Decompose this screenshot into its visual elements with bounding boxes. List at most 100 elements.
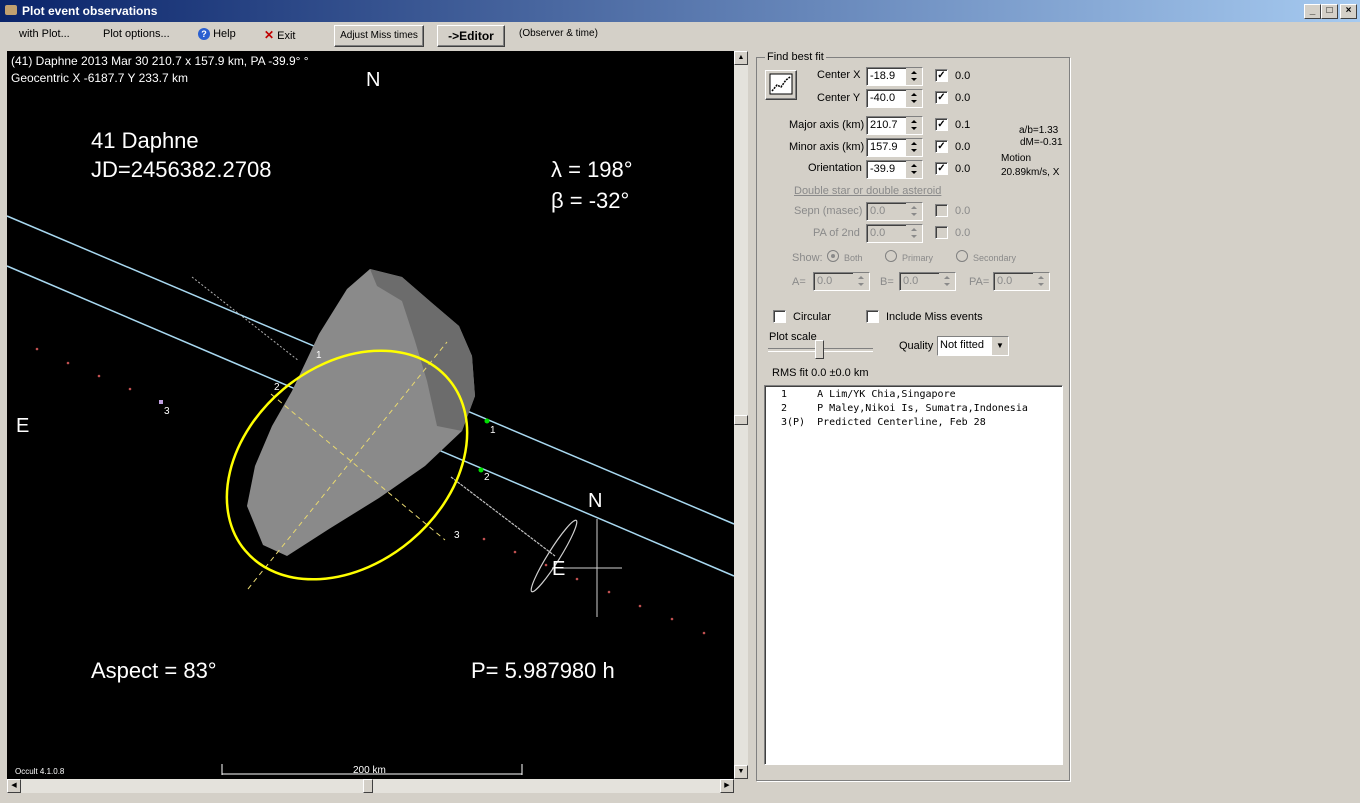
separation-label: Sepn (masec)	[794, 205, 863, 217]
rms-fit: RMS fit 0.0 ±0.0 km	[772, 367, 869, 379]
separation-spin[interactable]	[906, 203, 922, 220]
major-axis-input[interactable]: 210.7	[866, 116, 923, 135]
menu-plot-options[interactable]: Plot options...	[103, 28, 170, 40]
scroll-right-button[interactable]: ▶	[720, 779, 734, 793]
adjust-miss-times-button[interactable]: Adjust Miss times	[334, 25, 424, 47]
circular-label: Circular	[793, 311, 831, 323]
plot-header-line1: (41) Daphne 2013 Mar 30 210.7 x 157.9 km…	[11, 54, 309, 68]
include-miss-checkbox[interactable]	[866, 310, 879, 323]
chord-label-1-top: 1	[316, 350, 322, 361]
plot-svg: (41) Daphne 2013 Mar 30 210.7 x 157.9 km…	[7, 54, 734, 776]
a-label: A=	[792, 276, 806, 288]
chord-label-1-right: 1	[490, 425, 496, 436]
center-y-checkbox[interactable]: ✓	[935, 91, 948, 104]
chevron-down-icon[interactable]: ▼	[992, 337, 1008, 355]
east-label-left: E	[16, 415, 29, 437]
list-item[interactable]: 1 A Lim/YK Chia,Singapore	[781, 389, 956, 400]
b-label: B=	[880, 276, 894, 288]
include-miss-label: Include Miss events	[886, 311, 983, 323]
separation-input[interactable]: 0.0	[866, 202, 923, 221]
menu-help[interactable]: ? Help	[198, 28, 236, 41]
exit-icon: ✕	[264, 28, 275, 42]
maximize-button[interactable]: □	[1321, 4, 1338, 19]
double-star-title: Double star or double asteroid	[794, 185, 942, 197]
version-label: Occult 4.1.0.8	[15, 767, 65, 776]
scroll-down-button[interactable]: ▼	[734, 765, 748, 779]
period-value: P= 5.987980 h	[471, 658, 615, 683]
quality-label: Quality	[899, 340, 934, 352]
quality-select[interactable]: Not fitted ▼	[937, 336, 1009, 356]
list-item[interactable]: 2 P Maley,Nikoi Is, Sumatra,Indonesia	[781, 403, 1028, 414]
chord-label-2-right: 2	[484, 472, 490, 483]
a-spin[interactable]	[853, 273, 869, 290]
circular-checkbox[interactable]	[773, 310, 786, 323]
fit-panel: Find best fit Center X -18.9 ✓ 0.0 Cente…	[756, 51, 1070, 781]
pa-2nd-spin[interactable]	[906, 225, 922, 242]
julian-date: JD=2456382.2708	[91, 157, 271, 182]
menu-exit[interactable]: ✕ Exit	[264, 28, 295, 42]
help-icon: ?	[198, 28, 210, 41]
fit-chart-button[interactable]	[765, 70, 797, 100]
center-y-spin[interactable]	[906, 90, 922, 107]
editor-button[interactable]: ->Editor	[437, 25, 505, 47]
scroll-thumb-vertical[interactable]	[734, 415, 748, 425]
minimize-button[interactable]: _	[1304, 4, 1321, 19]
minor-axis-spin[interactable]	[906, 139, 922, 156]
inset-north-label: N	[588, 490, 602, 512]
pa-2nd-checkbox[interactable]	[935, 226, 948, 239]
menu-with-plot[interactable]: with Plot...	[19, 28, 70, 40]
motion-label: Motion	[1001, 153, 1032, 164]
center-x-input[interactable]: -18.9	[866, 67, 923, 86]
show-secondary-radio[interactable]	[956, 250, 968, 262]
b-input[interactable]: 0.0	[899, 272, 956, 291]
plot-canvas[interactable]: (41) Daphne 2013 Mar 30 210.7 x 157.9 km…	[7, 51, 734, 779]
center-x-spin[interactable]	[906, 68, 922, 85]
axis-ratio: a/b=1.33	[1019, 125, 1059, 136]
list-item[interactable]: 3(P) Predicted Centerline, Feb 28	[781, 417, 986, 428]
motion-value: 20.89km/s, X	[1001, 167, 1060, 178]
major-axis-checkbox[interactable]: ✓	[935, 118, 948, 131]
plot-horizontal-scrollbar[interactable]: ◀ ▶	[7, 779, 734, 793]
chord-label-3-right: 3	[454, 530, 460, 541]
menu-observer-time[interactable]: (Observer & time)	[519, 28, 598, 39]
exit-label: Exit	[277, 30, 296, 42]
observer-chord-1	[191, 276, 300, 362]
scroll-thumb-horizontal[interactable]	[363, 779, 373, 793]
minor-axis-error: 0.0	[955, 141, 971, 153]
center-y-error: 0.0	[955, 92, 971, 104]
a-input[interactable]: 0.0	[813, 272, 870, 291]
plot-vertical-scrollbar[interactable]: ▲ ▼	[734, 51, 748, 779]
observer-list[interactable]: 1 A Lim/YK Chia,Singapore 2 P Maley,Niko…	[764, 385, 1063, 765]
orientation-spin[interactable]	[906, 161, 922, 178]
orientation-input[interactable]: -39.9	[866, 160, 923, 179]
minor-axis-input[interactable]: 157.9	[866, 138, 923, 157]
major-axis-error: 0.1	[955, 119, 971, 131]
pa-spin[interactable]	[1033, 273, 1049, 290]
plot-scale-slider[interactable]	[768, 340, 873, 359]
scroll-left-button[interactable]: ◀	[7, 779, 21, 793]
separation-checkbox[interactable]	[935, 204, 948, 217]
minor-axis-label: Minor axis (km)	[789, 141, 865, 153]
center-y-input[interactable]: -40.0	[866, 89, 923, 108]
orientation-checkbox[interactable]: ✓	[935, 162, 948, 175]
show-both-radio[interactable]	[827, 250, 839, 262]
b-spin[interactable]	[939, 273, 955, 290]
event-marker-1	[484, 418, 490, 424]
show-primary-radio[interactable]	[885, 250, 897, 262]
center-y-label: Center Y	[817, 92, 861, 104]
aspect-value: Aspect = 83°	[91, 658, 217, 683]
chord-label-2-left: 2	[274, 382, 280, 393]
minor-axis-checkbox[interactable]: ✓	[935, 140, 948, 153]
plot-scale-label: Plot scale	[769, 331, 817, 343]
scroll-up-button[interactable]: ▲	[734, 51, 748, 65]
pa-2nd-input[interactable]: 0.0	[866, 224, 923, 243]
plot-scale-thumb[interactable]	[815, 340, 824, 359]
window-title: Plot event observations	[22, 4, 158, 18]
beta-value: β = -32°	[551, 188, 629, 213]
pa-input[interactable]: 0.0	[993, 272, 1050, 291]
center-x-checkbox[interactable]: ✓	[935, 69, 948, 82]
close-button[interactable]: ×	[1340, 4, 1357, 19]
major-axis-spin[interactable]	[906, 117, 922, 134]
help-label: Help	[213, 28, 236, 40]
orientation-error: 0.0	[955, 163, 971, 175]
